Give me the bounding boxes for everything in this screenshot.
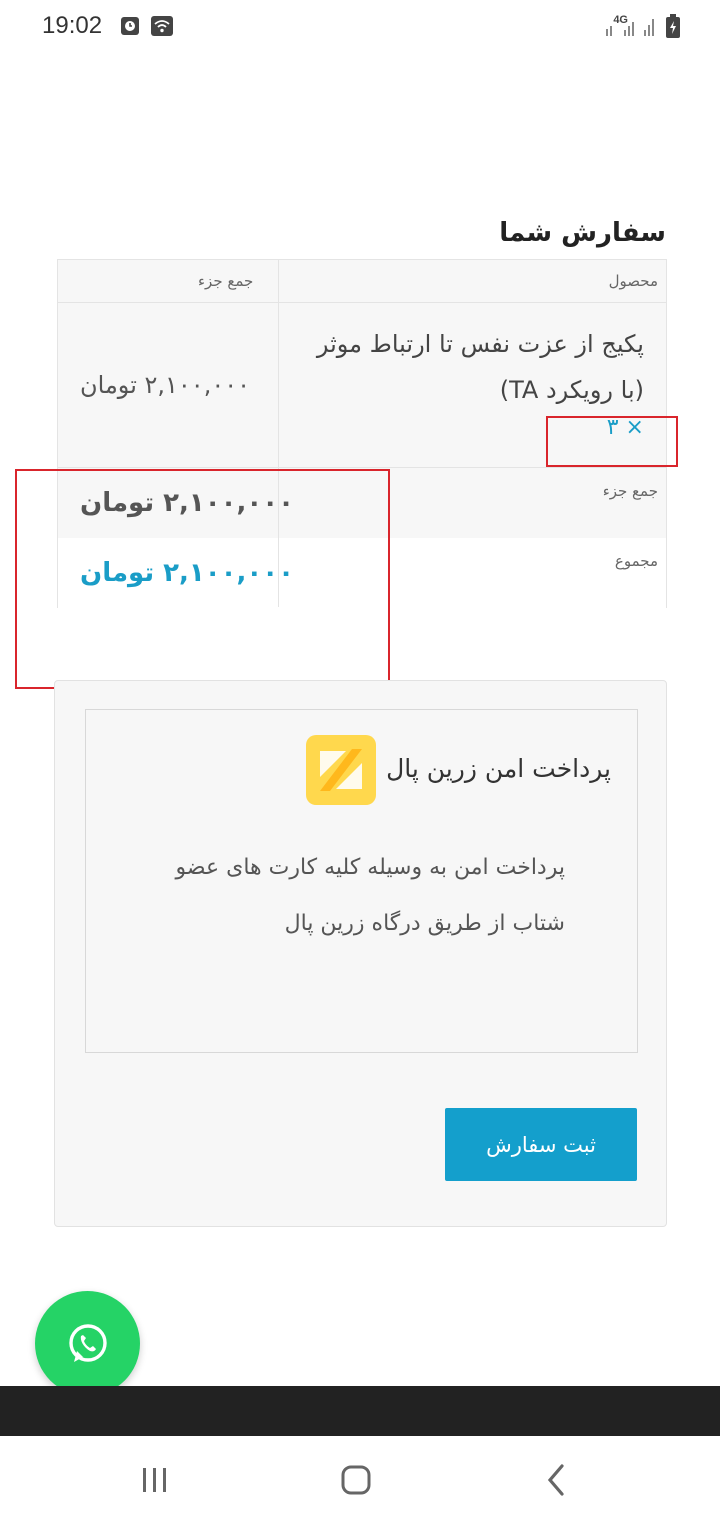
back-icon[interactable] bbox=[538, 1460, 578, 1500]
page-footer bbox=[0, 1386, 720, 1436]
product-name: پکیج از عزت نفس تا ارتباط موثر (با رویکر… bbox=[316, 330, 644, 404]
payment-description: پرداخت امن به وسیله کلیه کارت های عضو شت… bbox=[175, 855, 565, 936]
payment-section: پرداخت امن زرین پال پرداخت امن به وسیله … bbox=[54, 680, 667, 1227]
battery-icon bbox=[666, 14, 680, 42]
subtotal-label: جمع جزء bbox=[602, 482, 658, 500]
whatsapp-icon bbox=[66, 1322, 110, 1370]
zarinpal-logo-icon bbox=[306, 735, 376, 805]
submit-order-button[interactable]: ثبت سفارش bbox=[445, 1108, 637, 1181]
recent-apps-icon[interactable] bbox=[135, 1460, 175, 1500]
signal-icon bbox=[604, 16, 660, 42]
total-label: مجموع bbox=[614, 552, 658, 570]
status-bar: 19:02 4G bbox=[0, 0, 720, 56]
header-subtotal: جمع جزء bbox=[198, 272, 254, 290]
payment-method-title: پرداخت امن زرین پال bbox=[386, 754, 611, 783]
status-time: 19:02 bbox=[42, 12, 103, 39]
annotation-box-totals bbox=[15, 469, 390, 689]
header-product: محصول bbox=[608, 272, 658, 290]
table-header-row: محصول جمع جزء bbox=[58, 260, 666, 303]
home-icon[interactable] bbox=[336, 1460, 376, 1500]
payment-method-box[interactable]: پرداخت امن زرین پال پرداخت امن به وسیله … bbox=[85, 709, 638, 1053]
annotation-box-quantity bbox=[546, 416, 678, 467]
order-section-title: سفارش شما bbox=[499, 218, 666, 248]
product-price: ۲,۱۰۰,۰۰۰ تومان bbox=[80, 371, 250, 399]
alarm-icon bbox=[120, 16, 140, 40]
system-nav-bar bbox=[0, 1436, 720, 1520]
wifi-icon bbox=[151, 16, 173, 40]
whatsapp-button[interactable] bbox=[35, 1291, 140, 1396]
